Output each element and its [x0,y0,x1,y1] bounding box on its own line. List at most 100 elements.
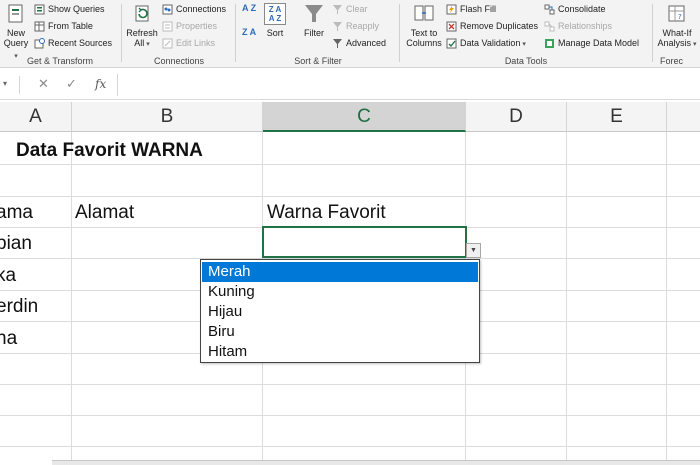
column-header-f[interactable] [667,102,700,132]
ribbon-separator [652,4,653,62]
sort-ascending-icon: A Z [242,3,257,13]
text-to-columns-button[interactable]: Text to Columns [404,3,444,48]
reapply-button[interactable]: Reapply [332,19,379,34]
data-model-icon [545,39,554,48]
consolidate-icon [544,4,555,15]
data-tools-group: Text to Columns Flash Fill Remove Duplic… [402,0,650,68]
gridline [566,132,567,460]
text-to-columns-icon [414,5,434,21]
header-address-cell[interactable]: Alamat [75,202,134,224]
connections-button[interactable]: Connections [162,2,226,17]
header-name-cell[interactable]: ama [0,202,33,224]
table-icon [34,21,45,32]
connections-icon [162,4,173,15]
manage-data-model-button[interactable]: Manage Data Model [544,36,639,51]
chevron-down-icon: ▾ [144,41,150,48]
dropdown-option-hijau[interactable]: Hijau [202,302,478,322]
new-query-icon [8,4,23,23]
gridline [666,132,667,460]
forecast-label: Forec [660,56,684,66]
advanced-filter-icon [333,39,342,48]
name-cell[interactable]: bian [0,233,32,255]
dropdown-option-biru[interactable]: Biru [202,322,478,342]
connections-group: Refresh All ▾ Connections Properties Edi… [124,0,234,68]
edit-links-button[interactable]: Edit Links [162,36,215,51]
remove-duplicates-button[interactable]: Remove Duplicates [446,19,538,34]
recent-sources-button[interactable]: Recent Sources [34,36,112,51]
sort-descending-button[interactable]: Z A [242,28,256,43]
from-table-button[interactable]: From Table [34,19,93,34]
data-tools-label: Data Tools [504,56,548,66]
data-validation-button[interactable]: Data Validation ▾ [446,36,526,51]
sort-button[interactable]: Z A A Z Sort [262,3,288,38]
column-header-d[interactable]: D [466,102,567,132]
gridline [71,132,72,460]
clear-filter-button[interactable]: Clear [332,2,368,17]
sort-descending-icon: Z A [242,27,257,37]
chevron-down-icon: ▾ [520,41,526,48]
cancel-icon[interactable]: ✕ [38,75,49,93]
refresh-all-button[interactable]: Refresh All ▾ [124,3,160,50]
column-header-c[interactable]: C [263,102,466,132]
ribbon-separator [121,4,122,62]
recent-sources-icon [34,38,45,49]
formula-bar: ▾ ✕ ✓ fx [0,70,700,100]
consolidate-button[interactable]: Consolidate [544,2,606,17]
enter-icon[interactable]: ✓ [66,75,77,93]
properties-icon [162,21,173,32]
flash-fill-button[interactable]: Flash Fill [446,2,496,17]
data-validation-icon [446,38,457,49]
ribbon: New Query ▾ Show Queries From Table Rece… [0,0,700,68]
reapply-icon [333,22,342,31]
flash-fill-icon [446,4,457,15]
get-transform-label: Get & Transform [26,56,94,66]
advanced-filter-button[interactable]: Advanced [332,36,386,51]
name-cell[interactable]: erdin [0,296,38,318]
what-if-analysis-button[interactable]: ? What-If Analysis ▾ [656,3,698,50]
insert-function-icon[interactable]: fx [95,75,106,93]
filter-button[interactable]: Filter [300,3,328,38]
sort-filter-group: A Z Z A Z A A Z Sort Filter Clear Reappl… [238,0,398,68]
dropdown-option-hitam[interactable]: Hitam [202,342,478,362]
worksheet-grid: A B C D E Data Favorit WARNA ama Alamat … [0,102,700,460]
chevron-down-icon: ▾ [691,41,697,48]
ribbon-separator [235,4,236,62]
chevron-down-icon: ▼ [470,247,477,254]
new-query-button[interactable]: New Query ▾ [2,3,30,62]
horizontal-scrollbar[interactable] [52,460,700,465]
show-queries-icon [34,4,45,15]
active-cell-c4[interactable] [262,226,467,258]
sort-ascending-button[interactable]: A Z [242,4,256,19]
gridline [0,164,700,165]
name-cell[interactable]: ka [0,265,16,287]
sort-icon: Z A A Z [264,3,286,25]
formula-input[interactable] [117,74,700,96]
svg-text:?: ? [678,13,682,21]
forecast-group: ? What-If Analysis ▾ Forec [654,0,700,68]
header-color-cell[interactable]: Warna Favorit [267,202,386,224]
clear-filter-icon [333,5,342,14]
show-queries-button[interactable]: Show Queries [34,2,105,17]
gridline [0,384,700,385]
chevron-down-icon: ▾ [3,79,8,88]
name-box[interactable]: ▾ [0,76,20,94]
properties-button[interactable]: Properties [162,19,217,34]
name-cell[interactable]: na [0,328,17,350]
remove-duplicates-icon [446,21,457,32]
relationships-button[interactable]: Relationships [544,19,612,34]
relationships-icon [544,21,555,32]
sheet-title-cell[interactable]: Data Favorit WARNA [16,140,203,162]
column-header-e[interactable]: E [567,102,667,132]
validation-dropdown-list: Merah Kuning Hijau Biru Hitam [200,259,480,363]
refresh-icon [135,5,149,22]
gridline [0,446,700,447]
column-header-b[interactable]: B [72,102,263,132]
dropdown-arrow-button[interactable]: ▼ [466,243,481,258]
gridline [0,415,700,416]
column-header-a[interactable]: A [0,102,72,132]
sort-filter-label: Sort & Filter [294,56,342,66]
dropdown-option-kuning[interactable]: Kuning [202,282,478,302]
dropdown-option-merah[interactable]: Merah [202,262,478,282]
ribbon-separator [399,4,400,62]
gridline [0,196,700,197]
